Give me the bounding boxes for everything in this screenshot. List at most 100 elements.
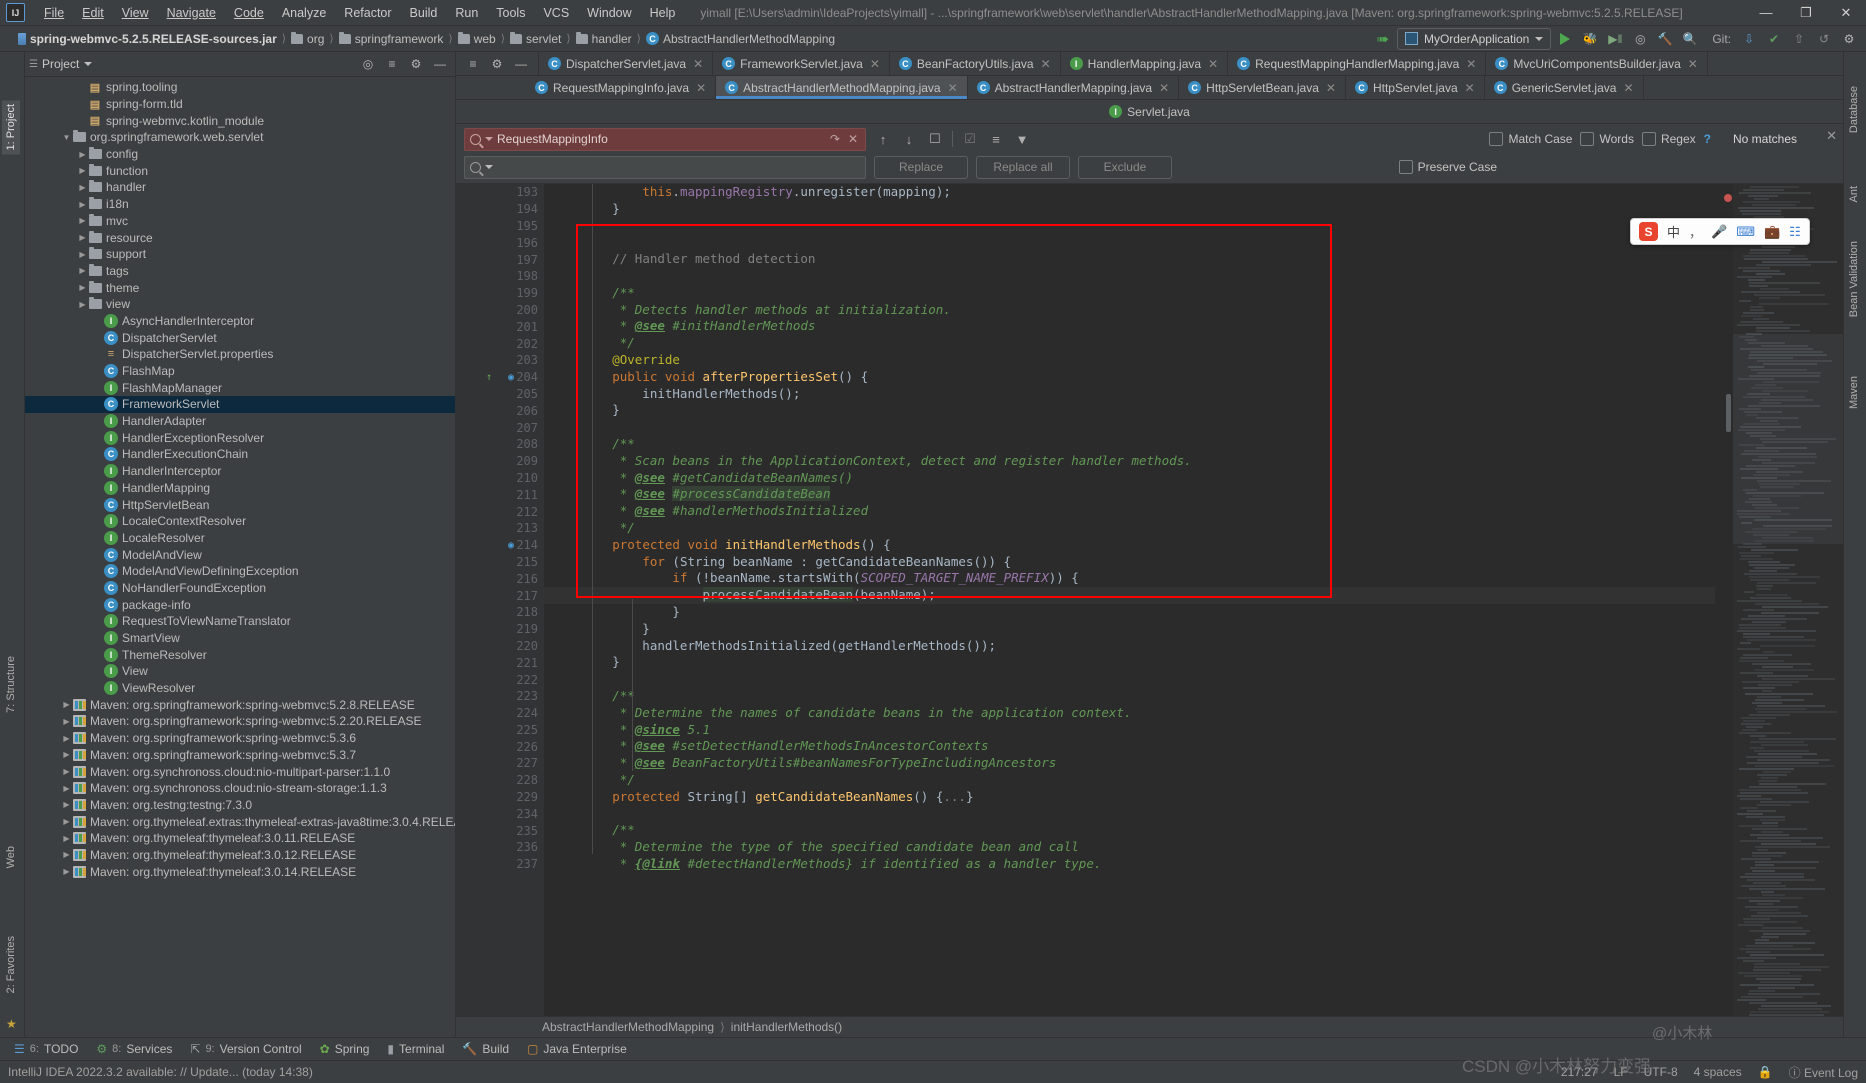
exclude-button[interactable]: Exclude bbox=[1078, 155, 1172, 179]
code-line[interactable]: * @see #getCandidateBeanNames() bbox=[544, 470, 1715, 487]
project-tree-item[interactable]: I HandlerInterceptor bbox=[25, 463, 455, 480]
project-tree-item[interactable]: ▶ theme bbox=[25, 279, 455, 296]
close-tab-icon[interactable]: ✕ bbox=[1326, 81, 1336, 95]
gutter-line[interactable]: 197 bbox=[456, 251, 544, 268]
editor-tab-requestmappinginfo-java[interactable]: C RequestMappingInfo.java ✕ bbox=[526, 76, 717, 99]
project-tree-maven-item[interactable]: ▶ Maven: org.thymeleaf:thymeleaf:3.0.14.R… bbox=[25, 863, 455, 880]
project-tree-item[interactable]: I HandlerMapping bbox=[25, 480, 455, 497]
close-tab-icon[interactable]: ✕ bbox=[870, 57, 880, 71]
project-tree-maven-item[interactable]: ▶ Maven: org.synchronoss.cloud:nio-stream… bbox=[25, 780, 455, 797]
code-line[interactable]: } bbox=[544, 621, 1715, 638]
code-line[interactable]: * @see BeanFactoryUtils#beanNamesForType… bbox=[544, 755, 1715, 772]
menu-file[interactable]: File bbox=[35, 4, 73, 22]
code-line[interactable]: */ bbox=[544, 520, 1715, 537]
code-line[interactable]: initHandlerMethods(); bbox=[544, 386, 1715, 403]
chevron-right-icon[interactable]: ▶ bbox=[77, 166, 88, 175]
left-tab-project[interactable]: 1: Project bbox=[2, 100, 20, 155]
code-line[interactable] bbox=[544, 234, 1715, 251]
next-match-icon[interactable]: ↓ bbox=[900, 129, 918, 149]
gutter-line[interactable]: 207 bbox=[456, 419, 544, 436]
chevron-right-icon[interactable]: ▶ bbox=[61, 784, 72, 793]
replace-input[interactable] bbox=[464, 155, 866, 179]
close-find-icon[interactable]: ✕ bbox=[1826, 128, 1837, 144]
chevron-right-icon[interactable]: ▶ bbox=[77, 233, 88, 242]
project-tree-item[interactable]: C ModelAndViewDefiningException bbox=[25, 563, 455, 580]
project-tree-maven-item[interactable]: ▶ Maven: org.thymeleaf:thymeleaf:3.0.12.R… bbox=[25, 847, 455, 864]
project-tree-item[interactable]: ▶ tags bbox=[25, 263, 455, 280]
run-configuration-selector[interactable]: MyOrderApplication bbox=[1396, 27, 1552, 50]
mic-icon[interactable]: 🎤 bbox=[1711, 224, 1727, 240]
breadcrumb-item-handler[interactable]: handler bbox=[575, 31, 632, 46]
project-tree-item[interactable]: ▶ config bbox=[25, 146, 455, 163]
indent-setting[interactable]: 4 spaces bbox=[1694, 1065, 1742, 1079]
settings-icon[interactable]: ⚙ bbox=[1838, 28, 1860, 49]
chevron-right-icon[interactable]: ▶ bbox=[61, 834, 72, 843]
gutter-line[interactable]: 213− bbox=[456, 520, 558, 537]
editor-tab-genericservlet-java[interactable]: C GenericServlet.java ✕ bbox=[1484, 76, 1644, 99]
code-line[interactable]: if (!beanName.startsWith(SCOPED_TARGET_N… bbox=[544, 570, 1715, 587]
breadcrumb-method[interactable]: initHandlerMethods() bbox=[731, 1020, 842, 1034]
project-tree-maven-item[interactable]: ▶ Maven: org.testng:testng:7.3.0 bbox=[25, 797, 455, 814]
minimize-icon[interactable]: — bbox=[1746, 1, 1786, 25]
menu-build[interactable]: Build bbox=[401, 4, 447, 22]
target-icon[interactable]: ◎ bbox=[357, 54, 379, 75]
close-tab-icon[interactable]: ✕ bbox=[693, 57, 703, 71]
gutter-line[interactable]: 204↑◉− bbox=[456, 369, 558, 386]
gutter-line[interactable]: 206− bbox=[456, 402, 558, 419]
error-marker[interactable] bbox=[1724, 194, 1732, 202]
close-tab-icon[interactable]: ✕ bbox=[1465, 81, 1475, 95]
project-tree-maven-item[interactable]: ▶ Maven: org.springframework:spring-webmv… bbox=[25, 713, 455, 730]
hide-icon[interactable]: — bbox=[429, 54, 451, 75]
close-tab-icon[interactable]: ✕ bbox=[1623, 81, 1633, 95]
gutter-line[interactable]: 203 bbox=[456, 352, 544, 369]
menu-window[interactable]: Window bbox=[578, 4, 640, 22]
project-tree-item[interactable]: ▶ support bbox=[25, 246, 455, 263]
bottom-tab-java-enterprise[interactable]: ▢ Java Enterprise bbox=[519, 1040, 635, 1058]
gutter-line[interactable]: 208− bbox=[456, 436, 558, 453]
profile-icon[interactable]: ◎ bbox=[1629, 28, 1651, 49]
chevron-right-icon[interactable]: ▶ bbox=[77, 200, 88, 209]
gutter-line[interactable]: 214◉− bbox=[456, 537, 558, 554]
code-line[interactable]: * Determine the type of the specified ca… bbox=[544, 839, 1715, 856]
minimap-viewport[interactable] bbox=[1733, 334, 1843, 544]
code-editor[interactable]: 193194−195196197198199−200201202−203204↑… bbox=[456, 184, 1843, 1016]
close-tab-icon[interactable]: ✕ bbox=[1466, 57, 1476, 71]
menu-navigate[interactable]: Navigate bbox=[158, 4, 225, 22]
gutter-line[interactable]: 202− bbox=[456, 335, 558, 352]
left-tab-structure[interactable]: 7: Structure bbox=[2, 652, 20, 717]
breadcrumb-item-class[interactable]: C AbstractHandlerMethodMapping bbox=[645, 32, 835, 46]
menu-refactor[interactable]: Refactor bbox=[335, 4, 400, 22]
project-tree-item[interactable]: ▼ org.springframework.web.servlet bbox=[25, 129, 455, 146]
project-tree-item[interactable]: ▶ function bbox=[25, 162, 455, 179]
left-tab-web[interactable]: Web bbox=[2, 842, 20, 872]
code-line[interactable]: * @see #processCandidateBean bbox=[544, 486, 1715, 503]
gear-icon[interactable]: ⚙ bbox=[486, 53, 508, 74]
project-tree-item[interactable]: I HandlerAdapter bbox=[25, 413, 455, 430]
project-tree-item[interactable]: C HandlerExecutionChain bbox=[25, 446, 455, 463]
project-tree-item[interactable]: I RequestToViewNameTranslator bbox=[25, 613, 455, 630]
bottom-tab-build[interactable]: 🔨 Build bbox=[454, 1040, 517, 1058]
chevron-right-icon[interactable]: ▶ bbox=[77, 250, 88, 259]
project-tree-item[interactable]: C FrameworkServlet bbox=[25, 396, 455, 413]
code-line[interactable]: /** bbox=[544, 285, 1715, 302]
chevron-right-icon[interactable]: ▶ bbox=[61, 700, 72, 709]
code-line[interactable] bbox=[544, 671, 1715, 688]
gutter-line[interactable]: 215− bbox=[456, 554, 558, 571]
in-selection-icon[interactable]: ☑ bbox=[961, 129, 979, 149]
menu-help[interactable]: Help bbox=[641, 4, 685, 22]
menu-view[interactable]: View bbox=[113, 4, 158, 22]
breadcrumb-class[interactable]: AbstractHandlerMethodMapping bbox=[542, 1020, 714, 1034]
close-icon[interactable]: ✕ bbox=[1826, 1, 1866, 25]
editor-tab-requestmappinghandlermapping-java[interactable]: C RequestMappingHandlerMapping.java ✕ bbox=[1228, 52, 1487, 75]
lock-icon[interactable]: 🔒 bbox=[1758, 1065, 1773, 1079]
gutter-line[interactable]: 222 bbox=[456, 671, 544, 688]
search-history-icon[interactable]: ↷ bbox=[828, 132, 842, 146]
search-input[interactable]: RequestMappingInfo ↷ ✕ bbox=[464, 127, 866, 151]
project-tree[interactable]: ▤ spring.tooling ▤ spring-form.tld ▤ spring-w… bbox=[25, 77, 455, 1037]
git-history-icon[interactable]: ↺ bbox=[1813, 28, 1835, 49]
back-arrow-icon[interactable]: ➠ bbox=[1372, 28, 1394, 49]
chevron-right-icon[interactable]: ▶ bbox=[77, 216, 88, 225]
editor-tab-servlet[interactable]: I Servlet.java bbox=[1109, 105, 1190, 119]
code-line[interactable]: * @see #handlerMethodsInitialized bbox=[544, 503, 1715, 520]
project-tree-item[interactable]: ▶ i18n bbox=[25, 196, 455, 213]
